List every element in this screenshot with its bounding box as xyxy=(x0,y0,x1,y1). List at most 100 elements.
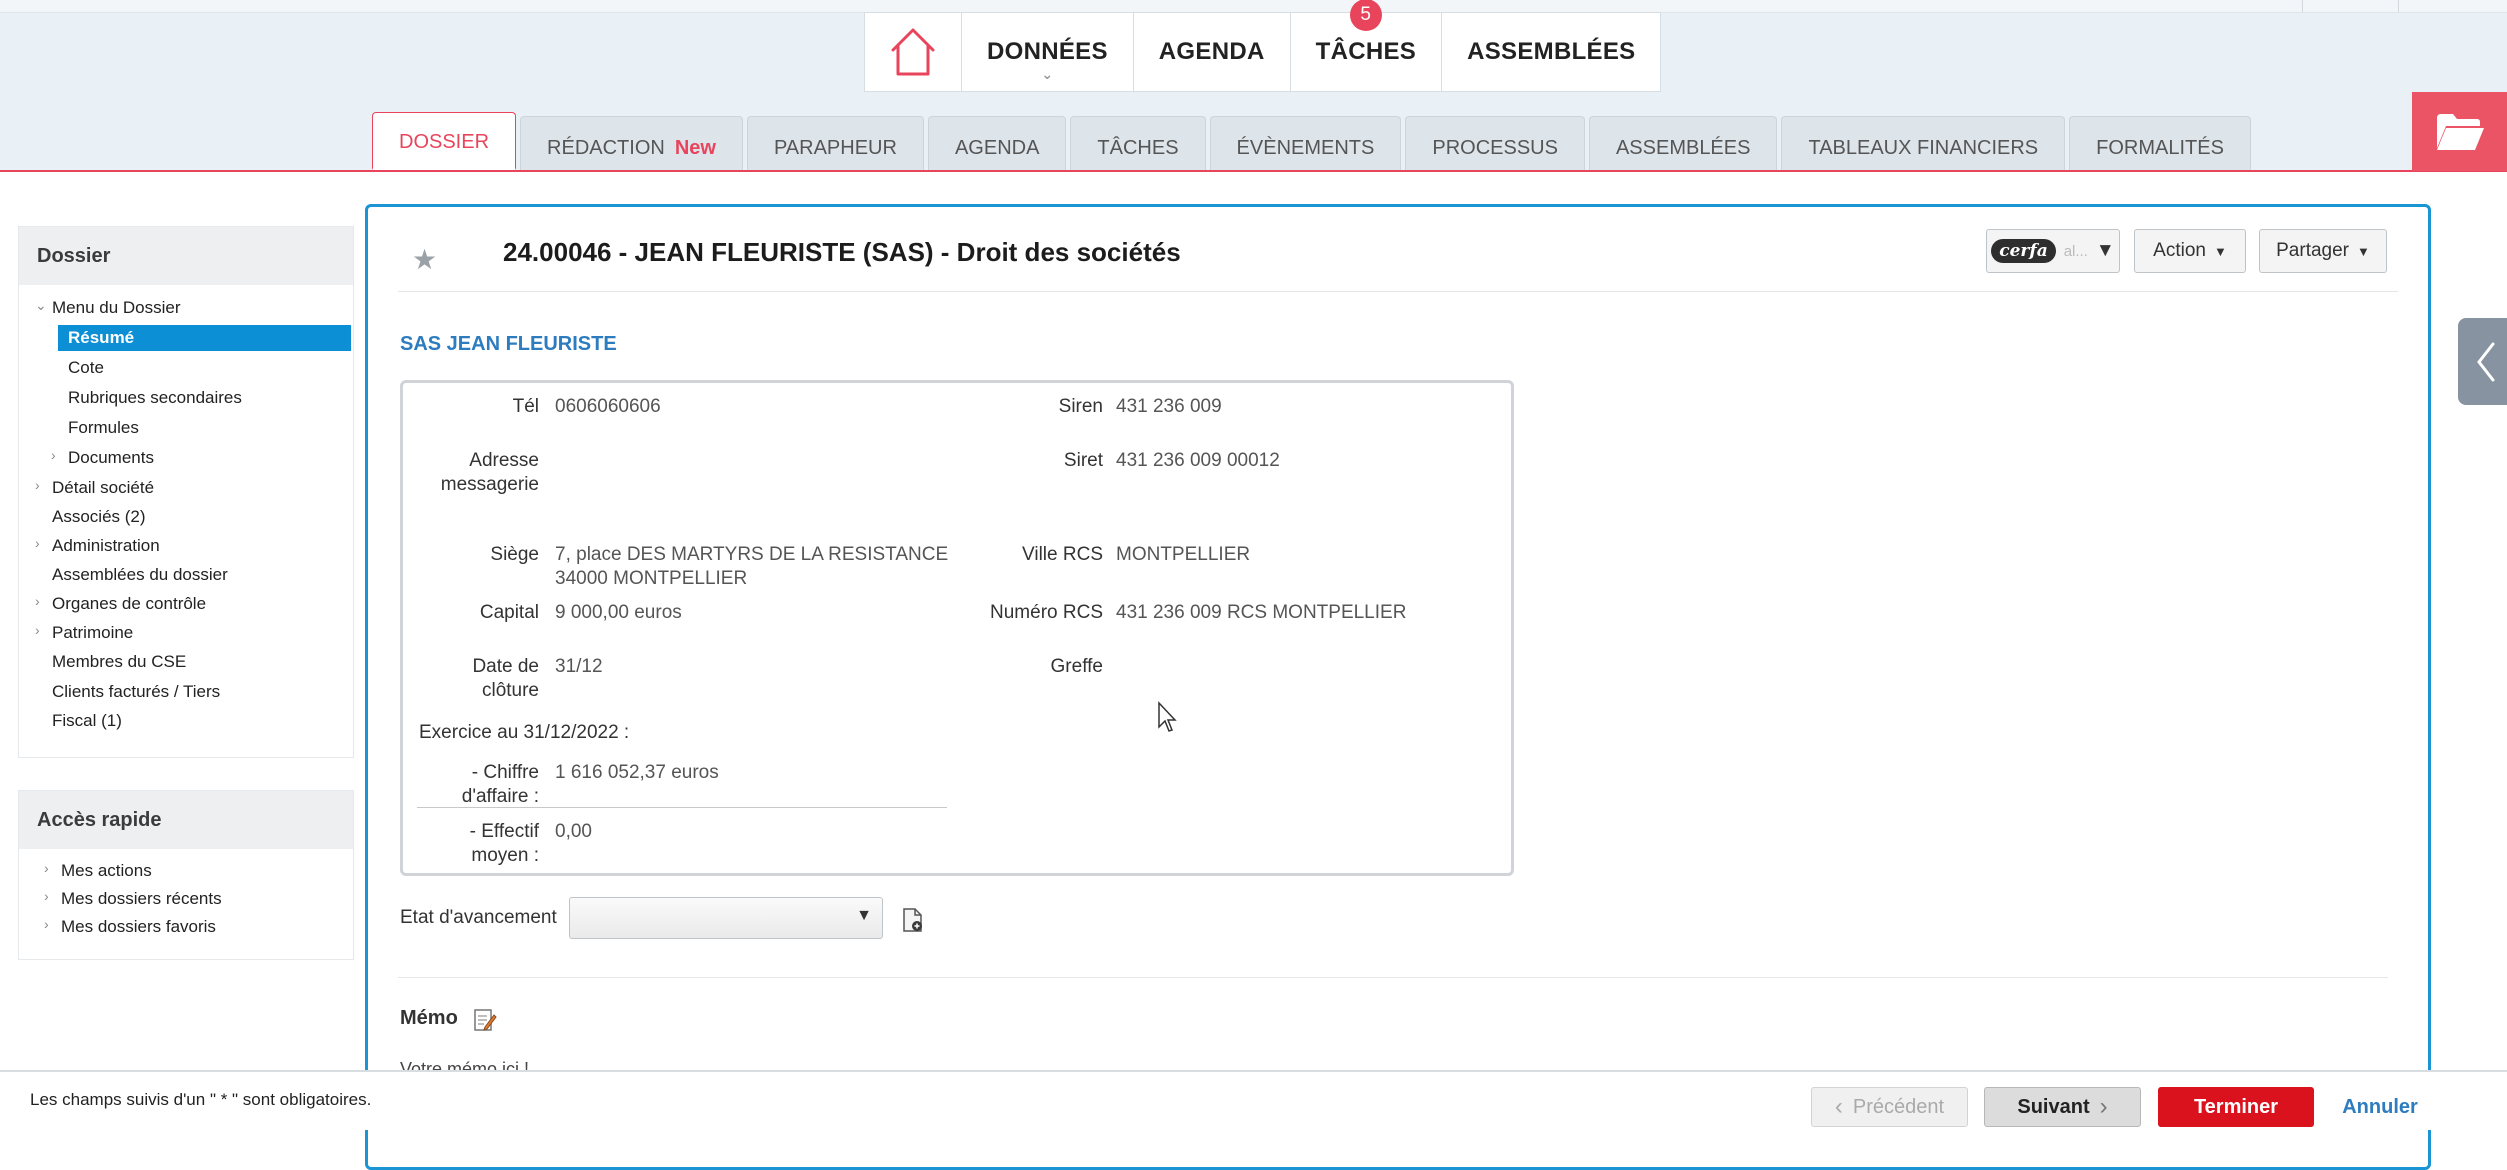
chevron-right-icon: › xyxy=(35,477,40,493)
exercice-heading: Exercice au 31/12/2022 : xyxy=(419,722,630,743)
required-fields-note: Les champs suivis d'un " * " sont obliga… xyxy=(30,1090,372,1109)
menu-du-dossier[interactable]: ⌄ Menu du Dossier xyxy=(35,297,181,318)
cloture-label: Date de clôture xyxy=(472,656,539,701)
nav-donnees[interactable]: DONNÉES ⌄ xyxy=(962,13,1134,91)
cerfa-dropdown[interactable]: cerfa al... ▼ xyxy=(1986,229,2120,273)
chevron-right-icon: › xyxy=(35,593,40,609)
chevron-right-icon: › xyxy=(44,860,49,876)
sidebar-item-mes-dossiers-recents[interactable]: › Mes dossiers récents xyxy=(44,888,222,909)
sidebar-item-rubriques-secondaires[interactable]: Rubriques secondaires xyxy=(68,388,242,408)
finish-button[interactable]: Terminer xyxy=(2158,1087,2314,1127)
tree-label: Rubriques secondaires xyxy=(68,388,242,407)
tree-label: Cote xyxy=(68,358,104,377)
tree-label: Associés (2) xyxy=(52,507,146,526)
sidebar-item-resume[interactable]: Résumé xyxy=(58,325,351,351)
nav-assemblees[interactable]: ASSEMBLÉES xyxy=(1442,13,1660,91)
star-icon[interactable]: ★ xyxy=(412,243,437,276)
sidebar-item-formules[interactable]: Formules xyxy=(68,418,139,438)
tab-evenements[interactable]: ÉVÈNEMENTS xyxy=(1209,116,1402,170)
tab-label: TABLEAUX FINANCIERS xyxy=(1808,137,2039,159)
folder-open-icon xyxy=(2436,113,2484,150)
tab-dossier[interactable]: DOSSIER xyxy=(372,112,517,170)
tab-redaction[interactable]: RÉDACTION New xyxy=(520,116,743,170)
etat-avancement-select[interactable]: ▼ xyxy=(569,897,883,939)
finish-label: Terminer xyxy=(2193,1095,2279,1118)
top-strip-box xyxy=(2302,0,2399,12)
edit-note-icon[interactable] xyxy=(473,1007,497,1033)
caret-down-icon: ▼ xyxy=(2095,240,2115,261)
previous-button[interactable]: ‹ Précédent xyxy=(1811,1087,1968,1127)
greffe-label: Greffe xyxy=(1050,656,1103,677)
tab-tableaux-financiers[interactable]: TABLEAUX FINANCIERS xyxy=(1781,116,2066,170)
tel-label: Tél xyxy=(512,396,539,417)
sidebar-item-mes-actions[interactable]: › Mes actions xyxy=(44,860,152,881)
siret-value: 431 236 009 00012 xyxy=(1116,450,1280,471)
company-name: SAS JEAN FLEURISTE xyxy=(400,333,617,355)
effectif-label: - Effectif moyen : xyxy=(469,821,539,866)
tab-label: PARAPHEUR xyxy=(773,137,897,159)
chevron-right-icon: › xyxy=(44,916,49,932)
sidebar-item-patrimoine[interactable]: › Patrimoine xyxy=(35,622,134,643)
numero-rcs-label: Numéro RCS xyxy=(990,602,1103,623)
ville-rcs-label: Ville RCS xyxy=(1022,544,1103,565)
tab-label: RÉDACTION xyxy=(547,137,665,159)
sidebar-item-mes-dossiers-favoris[interactable]: › Mes dossiers favoris xyxy=(44,916,216,937)
tab-assemblees[interactable]: ASSEMBLÉES xyxy=(1588,116,1778,170)
tab-agenda[interactable]: AGENDA xyxy=(927,116,1067,170)
tab-label: DOSSIER xyxy=(399,131,490,153)
nav-agenda-label: AGENDA xyxy=(1158,38,1265,65)
chevron-right-icon: › xyxy=(2099,1093,2108,1120)
sidebar-item-detail-societe[interactable]: › Détail société xyxy=(35,477,154,498)
tab-processus[interactable]: PROCESSUS xyxy=(1405,116,1585,170)
cerfa-logo: cerfa xyxy=(1991,239,2056,263)
sidebar-item-organes-controle[interactable]: › Organes de contrôle xyxy=(35,593,206,614)
acces-rapide-title: Accès rapide xyxy=(19,791,353,849)
sidebar-item-fiscal[interactable]: Fiscal (1) xyxy=(52,711,122,731)
chevron-right-icon: › xyxy=(51,447,56,463)
nav-taches[interactable]: 5 TÂCHES xyxy=(1291,0,1443,91)
sidebar-item-cote[interactable]: Cote xyxy=(68,358,104,378)
sidebar-item-assemblees-dossier[interactable]: Assemblées du dossier xyxy=(52,565,228,585)
collapse-side-panel-button[interactable] xyxy=(2458,318,2507,405)
tasks-count-badge: 5 xyxy=(1349,0,1382,31)
tab-taches[interactable]: TÂCHES xyxy=(1070,116,1206,170)
caret-down-icon: ▼ xyxy=(856,907,872,924)
sidebar-item-associes[interactable]: Associés (2) xyxy=(52,507,146,527)
open-folder-button[interactable] xyxy=(2412,92,2507,171)
home-button[interactable] xyxy=(865,13,962,91)
tel-value: 0606060606 xyxy=(555,396,661,417)
siege-line2: 34000 MONTPELLIER xyxy=(555,568,748,589)
tab-formalites[interactable]: FORMALITÉS xyxy=(2069,116,2251,170)
nav-agenda[interactable]: AGENDA xyxy=(1134,13,1291,91)
tree-label: Patrimoine xyxy=(52,623,134,642)
tab-label: ÉVÈNEMENTS xyxy=(1236,137,1375,159)
siret-label: Siret xyxy=(1063,450,1103,471)
cancel-label: Annuler xyxy=(2342,1095,2418,1118)
share-button[interactable]: Partager ▼ xyxy=(2259,229,2387,273)
page-title: 24.00046 - JEAN FLEURISTE (SAS) - Droit … xyxy=(503,237,1181,267)
sidebar-item-administration[interactable]: › Administration xyxy=(35,535,160,556)
tab-parapheur[interactable]: PARAPHEUR xyxy=(746,116,924,170)
tree-label: Clients facturés / Tiers xyxy=(52,682,221,701)
adresse-label: Adresse messagerie xyxy=(440,450,539,495)
tab-label: AGENDA xyxy=(954,137,1040,159)
tab-label: ASSEMBLÉES xyxy=(1615,137,1751,159)
sidebar-item-documents[interactable]: › Documents xyxy=(51,447,154,468)
chevron-down-icon: ⌄ xyxy=(35,297,47,313)
tree-label: Membres du CSE xyxy=(52,652,187,671)
action-button[interactable]: Action ▼ xyxy=(2134,229,2246,273)
document-add-icon[interactable] xyxy=(901,907,925,933)
tabs-underline xyxy=(0,170,2507,172)
cancel-link[interactable]: Annuler xyxy=(2330,1087,2430,1127)
chevron-right-icon: › xyxy=(44,888,49,904)
tree-label: Menu du Dossier xyxy=(52,298,181,317)
sidebar-item-clients-factures[interactable]: Clients facturés / Tiers xyxy=(52,682,220,702)
dossier-tabs: DOSSIER RÉDACTION New PARAPHEUR AGENDA TÂ… xyxy=(372,112,2255,170)
cloture-value: 31/12 xyxy=(555,656,603,677)
tree-label: Mes dossiers récents xyxy=(61,889,222,908)
sidebar-item-membres-cse[interactable]: Membres du CSE xyxy=(52,652,186,672)
next-button[interactable]: Suivant › xyxy=(1984,1087,2141,1127)
action-label: Action xyxy=(2153,240,2206,261)
company-info-card: Tél 0606060606 Adresse messagerie Siège … xyxy=(400,380,1514,876)
chevron-down-icon: ⌄ xyxy=(1041,66,1054,82)
